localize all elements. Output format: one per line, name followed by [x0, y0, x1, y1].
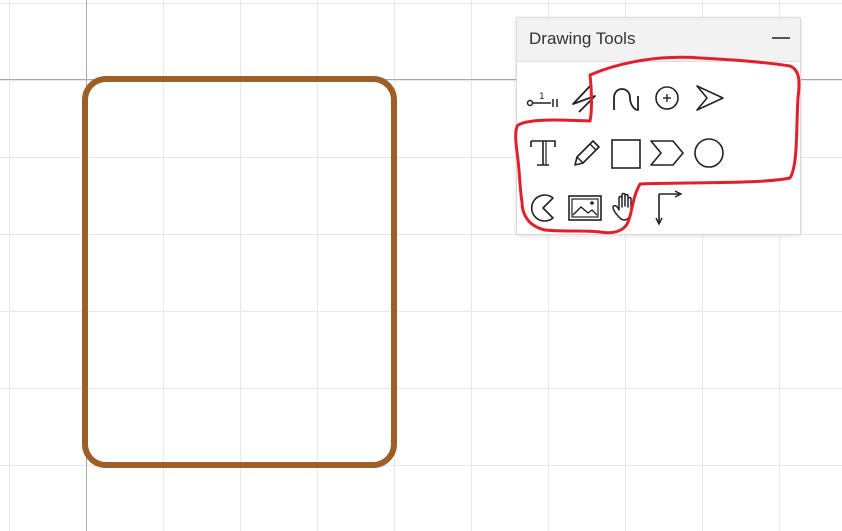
text-tool[interactable] [523, 133, 563, 173]
circle-icon [694, 138, 724, 168]
zigzag-icon [572, 84, 596, 113]
number-line-icon: 1 [526, 92, 558, 107]
square-icon [611, 139, 641, 169]
svg-text:1: 1 [539, 92, 545, 102]
drawing-tools-panel: Drawing Tools 1 [516, 17, 801, 235]
chevron-tool[interactable] [647, 133, 687, 173]
image-tool[interactable] [565, 188, 605, 228]
image-icon [568, 195, 602, 221]
hand-icon [612, 192, 632, 221]
pacman-tool[interactable] [523, 188, 563, 228]
chevron-icon [650, 140, 684, 166]
rounded-rectangle-shape[interactable] [82, 76, 397, 468]
panel-title: Drawing Tools [529, 29, 636, 48]
curve-icon [613, 88, 639, 111]
arrow-head-icon [696, 85, 724, 111]
hand-tool[interactable] [606, 188, 646, 228]
add-point-tool[interactable] [647, 78, 687, 118]
pencil-tool[interactable] [565, 133, 605, 173]
axes-tool[interactable] [647, 188, 687, 228]
axes-icon [655, 190, 683, 226]
text-icon [530, 140, 556, 166]
circle-tool[interactable] [689, 133, 729, 173]
circle-plus-icon [655, 86, 679, 110]
panel-header[interactable]: Drawing Tools [517, 18, 800, 62]
zigzag-tool[interactable] [565, 78, 605, 118]
minimize-dash-icon[interactable] [772, 37, 790, 39]
pencil-icon [574, 140, 600, 166]
curve-tool[interactable] [606, 78, 646, 118]
arrow-tool[interactable] [689, 78, 729, 118]
square-tool[interactable] [606, 133, 646, 173]
pacman-icon [530, 194, 554, 222]
number-line-tool[interactable]: 1 [523, 78, 563, 118]
